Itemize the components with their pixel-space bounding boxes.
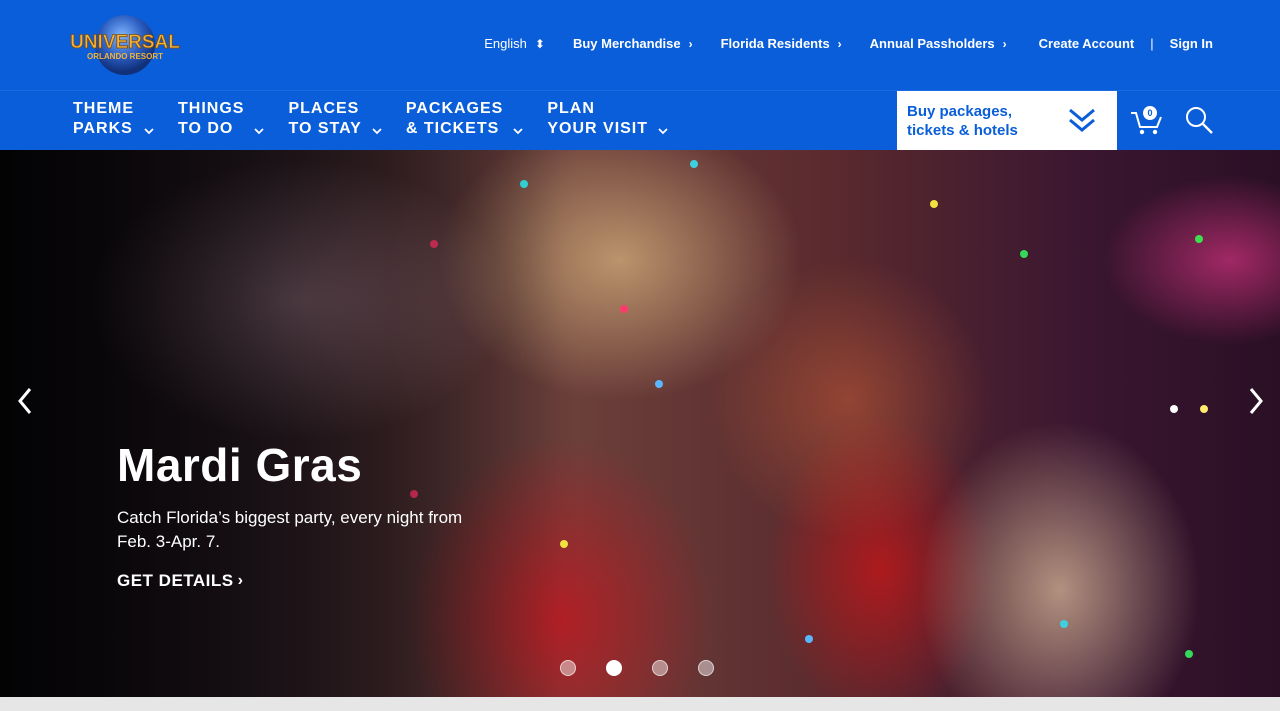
hero-title: Mardi Gras (117, 439, 363, 491)
nav-plan-your-visit[interactable]: PLAN YOUR VISIT (547, 99, 668, 139)
nav-label: THINGS (178, 100, 245, 117)
logo-wordmark: UNIVERSAL (70, 32, 180, 53)
buy-packages-label: Buy packages, tickets & hotels (907, 102, 1067, 140)
chevron-right-icon: › (1002, 36, 1007, 51)
nav-label: TO STAY (288, 120, 362, 137)
carousel-pager (560, 660, 714, 676)
search-icon[interactable] (1183, 104, 1215, 136)
carousel-prev-arrow[interactable] (16, 386, 34, 416)
confetti (690, 160, 698, 168)
cart-icon[interactable]: 0 (1129, 105, 1165, 137)
create-account-label: Create Account (1038, 36, 1135, 51)
confetti (1195, 235, 1203, 243)
utility-link-florida-residents[interactable]: Florida Residents › (721, 36, 842, 51)
main-nav-items: THEME PARKS THINGS TO DO PLACES TO STAY PAC… (73, 99, 692, 139)
nav-label: PLAN (547, 100, 595, 117)
language-label: English (484, 36, 527, 51)
confetti (930, 200, 938, 208)
confetti (805, 635, 813, 643)
hero-carousel: Mardi Gras Catch Florida’s biggest party… (0, 150, 1280, 697)
cart-count: 0 (1147, 108, 1152, 118)
hero-text-shade (0, 150, 560, 697)
confetti (1200, 405, 1208, 413)
utility-link-label: Buy Merchandise (572, 36, 681, 51)
chevron-updown-icon: ⬍ (534, 36, 545, 51)
chevron-right-icon: › (837, 36, 842, 51)
confetti (655, 380, 663, 388)
nav-label: PARKS (73, 120, 133, 137)
sign-in-label: Sign In (1169, 36, 1213, 51)
top-utility-bar: UNIVERSAL ORLANDO RESORT English ⬍ Buy M… (0, 0, 1280, 90)
nav-things-to-do[interactable]: THINGS TO DO (178, 99, 265, 139)
carousel-dot[interactable] (698, 660, 714, 676)
universal-logo[interactable]: UNIVERSAL ORLANDO RESORT (66, 14, 184, 76)
utility-link-label: Florida Residents (720, 36, 830, 51)
sign-in-link[interactable]: Sign In (1170, 36, 1213, 51)
nav-label: PLACES (288, 100, 360, 117)
confetti (1060, 620, 1068, 628)
carousel-dot[interactable] (652, 660, 668, 676)
confetti (1170, 405, 1178, 413)
nav-label: YOUR VISIT (547, 120, 649, 137)
buy-packages-line: tickets & hotels (907, 122, 1018, 139)
chevron-down-icon (254, 128, 265, 135)
chevron-right-icon: › (688, 36, 693, 51)
language-selector[interactable]: English ⬍ (484, 36, 545, 51)
confetti (1185, 650, 1193, 658)
carousel-dot[interactable] (560, 660, 576, 676)
nav-label: TO DO (178, 120, 234, 137)
chevron-down-icon (372, 128, 382, 135)
hero-subtitle: Catch Florida’s biggest party, every nig… (117, 508, 463, 551)
buy-packages-line: Buy packages, (907, 103, 1013, 120)
get-details-label: GET DETAILS (117, 571, 234, 590)
get-details-link[interactable]: GET DETAILS › (117, 571, 243, 591)
confetti (560, 540, 568, 548)
carousel-next-arrow[interactable] (1247, 386, 1265, 416)
nav-label: & TICKETS (405, 120, 500, 137)
chevron-down-icon (513, 128, 523, 135)
double-chevron-down-icon (1069, 108, 1095, 132)
carousel-dot-active[interactable] (606, 660, 622, 676)
utility-link-label: Annual Passholders (869, 36, 995, 51)
utility-link-annual-passholders[interactable]: Annual Passholders › (870, 36, 1007, 51)
buy-packages-button[interactable]: Buy packages, tickets & hotels (897, 91, 1117, 151)
chevron-down-icon (144, 128, 154, 135)
nav-theme-parks[interactable]: THEME PARKS (73, 99, 154, 139)
page-bottom-strip (0, 697, 1280, 711)
utility-nav: English ⬍ Buy Merchandise › Florida Resi… (456, 36, 1213, 51)
confetti (1020, 250, 1028, 258)
nav-packages-tickets[interactable]: PACKAGES & TICKETS (406, 99, 524, 139)
logo-subtitle: ORLANDO RESORT (87, 52, 163, 61)
chevron-right-icon: › (237, 572, 244, 589)
utility-link-merchandise[interactable]: Buy Merchandise › (573, 36, 693, 51)
nav-places-to-stay[interactable]: PLACES TO STAY (288, 99, 382, 139)
create-account-link[interactable]: Create Account (1039, 36, 1135, 51)
chevron-down-icon (658, 128, 668, 135)
main-nav: THEME PARKS THINGS TO DO PLACES TO STAY PAC… (0, 90, 1280, 151)
confetti (620, 305, 628, 313)
nav-label: THEME (73, 100, 134, 117)
divider: | (1150, 36, 1154, 51)
nav-label: PACKAGES (405, 100, 504, 117)
